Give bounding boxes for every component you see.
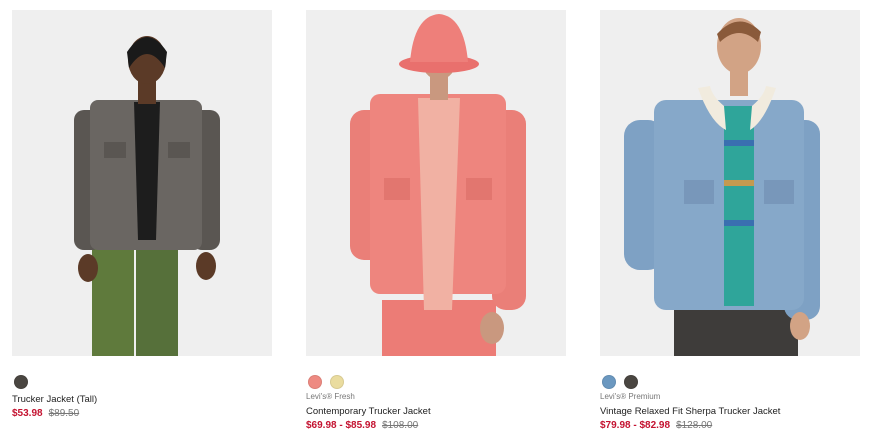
product-title[interactable]: Contemporary Trucker Jacket [306,406,431,417]
color-swatch-dark-gray[interactable] [624,375,638,389]
product-price: $79.98 - $82.98 $128.00 [600,420,712,431]
product-price: $69.98 - $85.98 $108.00 [306,420,418,431]
color-swatches [14,375,28,389]
color-swatches [308,375,344,389]
model-photo [12,10,272,356]
color-swatch-pink[interactable] [308,375,322,389]
product-subtitle: Levi's® Fresh [306,392,355,401]
sale-price: $79.98 - $82.98 [600,420,671,431]
original-price: $89.50 [48,408,80,419]
sale-price: $69.98 - $85.98 [306,420,377,431]
product-subtitle: Levi's® Premium [600,392,661,401]
original-price: $108.00 [382,420,419,431]
product-image[interactable] [600,10,860,356]
sale-price: $53.98 [12,408,43,419]
product-image[interactable] [12,10,272,356]
original-price: $128.00 [676,420,713,431]
product-price: $53.98 $89.50 [12,408,79,419]
product-title[interactable]: Vintage Relaxed Fit Sherpa Trucker Jacke… [600,406,780,417]
color-swatches [602,375,638,389]
product-title[interactable]: Trucker Jacket (Tall) [12,394,97,405]
model-photo [306,10,566,356]
color-swatch-light-blue[interactable] [602,375,616,389]
color-swatch-dark-gray[interactable] [14,375,28,389]
color-swatch-yellow[interactable] [330,375,344,389]
model-photo [600,10,860,356]
product-image[interactable] [306,10,566,356]
